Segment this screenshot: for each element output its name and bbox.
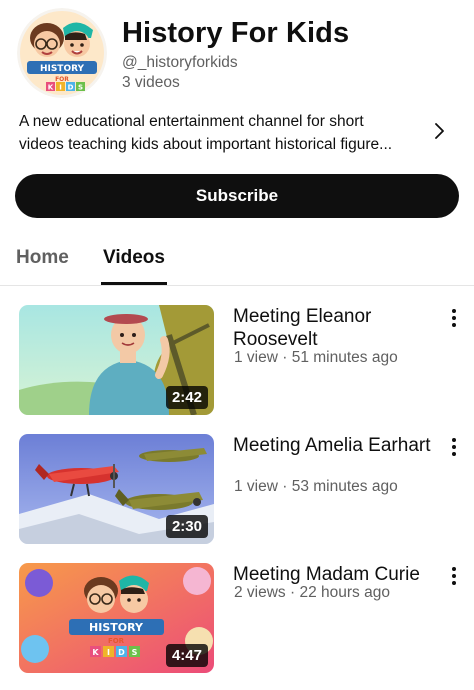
video-duration: 2:42	[165, 386, 208, 409]
svg-text:S: S	[132, 648, 138, 657]
svg-text:I: I	[107, 648, 110, 657]
svg-text:HISTORY: HISTORY	[89, 621, 144, 634]
channel-tabs: Home Videos	[0, 238, 474, 286]
channel-name: History For Kids	[122, 17, 350, 49]
video-item[interactable]: 2:30 Meeting Amelia Earhart 1 view · 53 …	[0, 434, 474, 544]
video-meta: 2 views · 22 hours ago	[234, 584, 390, 601]
svg-text:D: D	[118, 648, 125, 657]
more-vertical-icon[interactable]	[444, 436, 464, 458]
svg-text:K: K	[92, 648, 99, 657]
channel-header: HISTORY FOR K I D S History For Kids @_h…	[0, 0, 474, 110]
channel-video-count: 3 videos	[122, 74, 180, 91]
svg-text:D: D	[68, 84, 74, 92]
video-duration: 2:30	[165, 515, 208, 538]
svg-text:I: I	[59, 84, 62, 92]
svg-text:K: K	[48, 84, 54, 92]
video-item[interactable]: HISTORY FOR K I D S 4:47 Meeting Madam C…	[0, 563, 474, 673]
svg-text:FOR: FOR	[55, 76, 69, 83]
svg-text:HISTORY: HISTORY	[40, 64, 85, 74]
more-vertical-icon[interactable]	[444, 565, 464, 587]
video-item[interactable]: 2:42 Meeting Eleanor Roosevelt 1 view · …	[0, 305, 474, 415]
svg-text:FOR: FOR	[108, 637, 125, 645]
channel-handle: @_historyforkids	[122, 54, 238, 71]
video-thumbnail[interactable]: 2:42	[19, 305, 214, 415]
description-line-2: videos teaching kids about important his…	[19, 136, 393, 153]
video-title[interactable]: Meeting Eleanor Roosevelt	[233, 305, 443, 351]
tab-videos[interactable]: Videos	[103, 246, 165, 270]
channel-avatar[interactable]: HISTORY FOR K I D S	[17, 8, 107, 98]
video-duration: 4:47	[165, 644, 208, 667]
active-tab-indicator	[101, 282, 167, 285]
svg-text:S: S	[78, 84, 83, 92]
video-meta: 1 view · 51 minutes ago	[234, 349, 398, 366]
channel-description[interactable]: A new educational entertainment channel …	[19, 110, 419, 156]
description-line-1: A new educational entertainment channel …	[19, 113, 364, 130]
subscribe-button[interactable]: Subscribe	[15, 174, 459, 218]
video-title[interactable]: Meeting Amelia Earhart	[233, 434, 443, 457]
channel-logo-image: HISTORY FOR K I D S	[17, 8, 107, 98]
video-thumbnail[interactable]: 2:30	[19, 434, 214, 544]
video-meta: 1 view · 53 minutes ago	[234, 478, 398, 495]
tab-home[interactable]: Home	[16, 246, 69, 270]
more-vertical-icon[interactable]	[444, 307, 464, 329]
video-thumbnail[interactable]: HISTORY FOR K I D S 4:47	[19, 563, 214, 673]
chevron-right-icon[interactable]	[432, 120, 448, 142]
